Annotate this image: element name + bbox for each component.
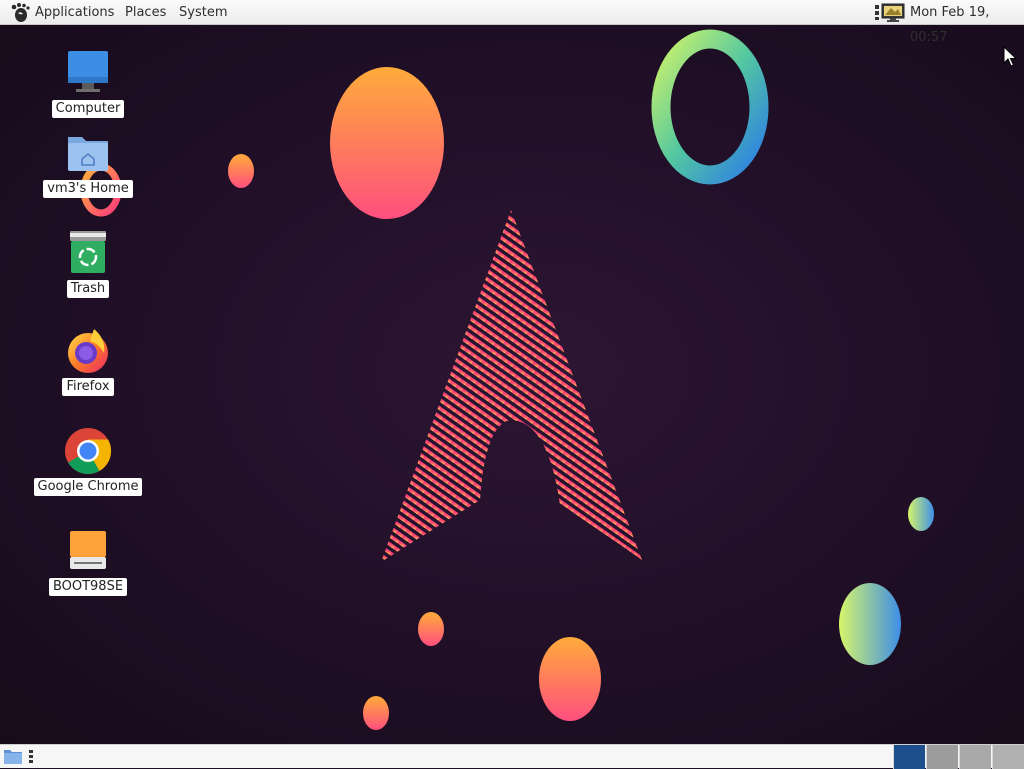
desktop-icon-label: BOOT98SE — [48, 578, 128, 596]
desktop-icon-boot98se[interactable]: BOOT98SE — [28, 527, 148, 596]
desktop[interactable]: Computer vm3's Home Trash Firefox Google… — [0, 25, 1024, 744]
menu-system[interactable]: System — [179, 0, 227, 25]
desktop-icon-label: vm3's Home — [43, 180, 133, 198]
kebab-menu-icon[interactable] — [874, 4, 880, 21]
desktop-icon-label: Firefox — [62, 378, 114, 396]
show-desktop-icon[interactable] — [3, 748, 23, 765]
desktop-icon-label: Google Chrome — [33, 478, 143, 496]
workspace-4-button[interactable] — [992, 745, 1024, 769]
menu-applications[interactable]: Applications — [35, 0, 114, 25]
clock[interactable]: Mon Feb 19, 00:57 — [910, 0, 1024, 50]
wallpaper — [80, 29, 934, 730]
firefox-icon — [64, 327, 112, 375]
chrome-icon — [64, 427, 112, 475]
bottom-panel — [0, 744, 1024, 769]
desktop-icon-home[interactable]: vm3's Home — [28, 129, 148, 198]
workspace-1-button[interactable] — [893, 745, 925, 769]
workspace-2-button[interactable] — [926, 745, 958, 769]
desktop-icon-computer[interactable]: Computer — [28, 49, 148, 118]
desktop-icon-firefox[interactable]: Firefox — [28, 327, 148, 396]
computer-icon — [64, 49, 112, 97]
desktop-icon-trash[interactable]: Trash — [28, 229, 148, 298]
display-settings-icon[interactable] — [881, 2, 905, 23]
trash-icon — [64, 229, 112, 277]
menu-places[interactable]: Places — [125, 0, 166, 25]
gnome-foot-icon[interactable] — [9, 2, 31, 23]
drive-icon — [64, 527, 112, 575]
desktop-icon-label: Trash — [66, 280, 110, 298]
desktop-icon-chrome[interactable]: Google Chrome — [28, 427, 148, 496]
top-panel: Applications Places System Mon Feb 19, 0… — [0, 0, 1024, 45]
workspace-3-button[interactable] — [959, 745, 991, 769]
mouse-pointer-icon — [1003, 46, 1017, 67]
home-folder-icon — [64, 129, 112, 177]
kebab-menu-icon[interactable] — [28, 749, 34, 764]
desktop-icon-label: Computer — [51, 100, 125, 118]
